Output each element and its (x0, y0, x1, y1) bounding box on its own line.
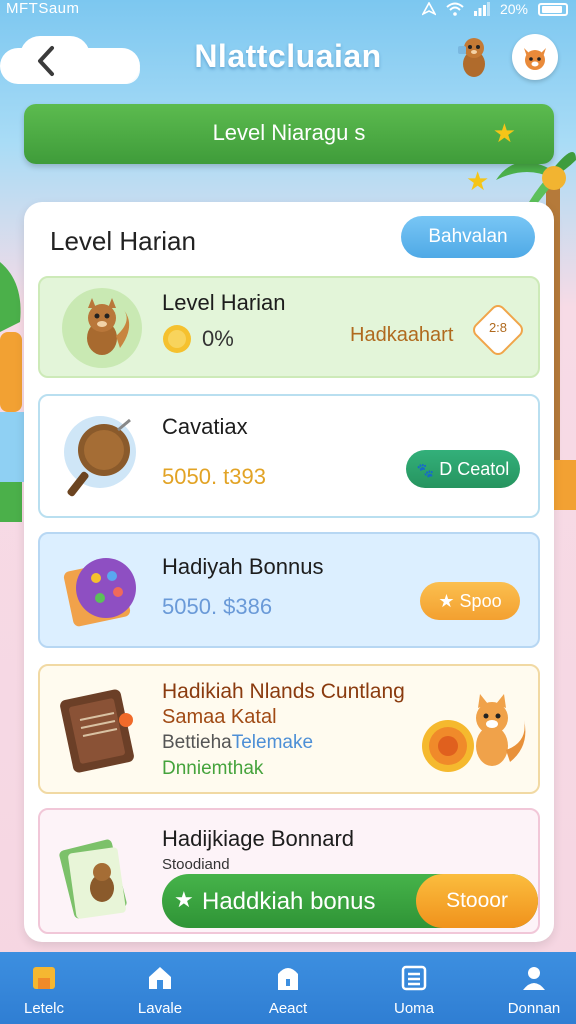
star-icon: ★ (174, 887, 194, 912)
back-button[interactable] (22, 36, 72, 86)
list-item[interactable]: Cavatiax 5050. t393 🐾 D Ceatol (38, 394, 540, 518)
item-action-button[interactable]: 🐾 D Ceatol (406, 450, 520, 488)
banner-label: Level Niaragu s (212, 120, 366, 145)
item-action-label: Spoo (459, 591, 502, 611)
fox-mascot-icon (476, 694, 526, 766)
nav-item-shield[interactable]: Aeact (238, 952, 338, 1024)
level-panel: Level Harian Bahvalan Level Harian 0% Ha… (24, 202, 554, 942)
list-item[interactable]: Hadikiah Nlands Cuntlang Samaa Katal Bet… (38, 664, 540, 794)
panel-action-button[interactable]: Bahvalan (401, 216, 535, 258)
nav-label: Lavale (137, 1000, 183, 1017)
item-detail: BettiehaTelemake (162, 732, 313, 754)
bonus-bar[interactable]: ★ Haddkiah bonus Stooor (162, 874, 538, 928)
level-badge-text: 2:8 (488, 320, 508, 335)
nav-label: Donnan (507, 1000, 561, 1017)
battery-percent: 20% (499, 1, 528, 17)
carrier-label: MFTSaum (6, 0, 80, 17)
item-value: 0% (202, 326, 234, 351)
bonus-claim-label: Stooor (446, 889, 508, 912)
nav-item-home[interactable]: Letelc (0, 952, 94, 1024)
status-icons: 20% (421, 1, 568, 17)
coin-icon (163, 325, 191, 353)
item-title: Hadikiah Nlands Cuntlang (162, 680, 405, 703)
profile-icon (523, 967, 545, 990)
wifi-icon (446, 2, 464, 16)
badge-icon: 🐾 (416, 462, 435, 478)
nav-item-levels[interactable]: Lavale (110, 952, 210, 1024)
book-stack-icon (59, 839, 127, 919)
user-avatar[interactable] (512, 34, 558, 80)
list-item[interactable]: Level Harian 0% Hadkaahart 2:8 (38, 276, 540, 378)
item-action-button[interactable]: ★ Spoo (420, 582, 520, 620)
house-icon (149, 967, 171, 989)
item-value: 5050. t393 (162, 464, 266, 489)
panel-title: Level Harian (50, 226, 196, 256)
star-icon: ★ (438, 591, 455, 611)
item-detail-link[interactable]: Telemake (232, 732, 313, 753)
item-action-label: D Ceatol (439, 459, 510, 479)
level-banner[interactable]: Level Niaragu s ★ (24, 104, 554, 164)
list-icon (401, 965, 427, 991)
item-title: Cavatiax (162, 414, 248, 439)
star-decoration: ★ (466, 166, 490, 196)
palette-icon (63, 558, 136, 627)
chevron-left-icon (38, 46, 54, 76)
home-icon (33, 967, 55, 989)
list-item[interactable]: Hadiyah Bonnus 5050. $386 ★ Spoo (38, 532, 540, 648)
item-value: 5050. $386 (162, 594, 273, 619)
item-detail-text: Bettieha (162, 732, 232, 753)
location-icon (421, 2, 436, 16)
status-bar: MFTSaum 20% (0, 0, 576, 22)
nav-item-list[interactable]: Uoma (364, 952, 464, 1024)
item-detail: Dnniemthak (162, 758, 264, 779)
nav-label: Uoma (393, 1000, 434, 1017)
item-action-text[interactable]: Hadkaahart (350, 324, 453, 347)
book-icon (60, 689, 134, 773)
bottom-nav: Letelc Lavale Aeact Uoma Donnan (0, 952, 576, 1024)
signal-icon (473, 2, 490, 16)
fox-avatar-icon (524, 48, 546, 70)
star-icon: ★ (492, 118, 516, 148)
shield-icon (278, 968, 298, 990)
item-title: Level Harian (162, 290, 286, 315)
squirrel-mascot-icon (458, 38, 485, 77)
item-title: Hadiyah Bonnus (162, 554, 324, 579)
racket-icon (64, 416, 136, 497)
item-subtitle: Samaa Katal (162, 706, 277, 728)
item-title: Hadijkiage Bonnard (162, 826, 355, 851)
squirrel-icon (62, 288, 142, 368)
battery-icon (538, 2, 568, 16)
item-subtitle: Stoodiand (162, 856, 230, 873)
bonus-bar-label: Haddkiah bonus (202, 888, 376, 915)
nav-label: Letelc (23, 1000, 65, 1017)
nav-label: Aeact (268, 1000, 308, 1017)
nav-item-profile[interactable]: Donnan (484, 952, 576, 1024)
list-item[interactable]: Hadijkiage Bonnard Stoodiand ★ Haddkiah … (38, 808, 540, 934)
bonus-claim-button[interactable]: Stooor (416, 874, 538, 928)
